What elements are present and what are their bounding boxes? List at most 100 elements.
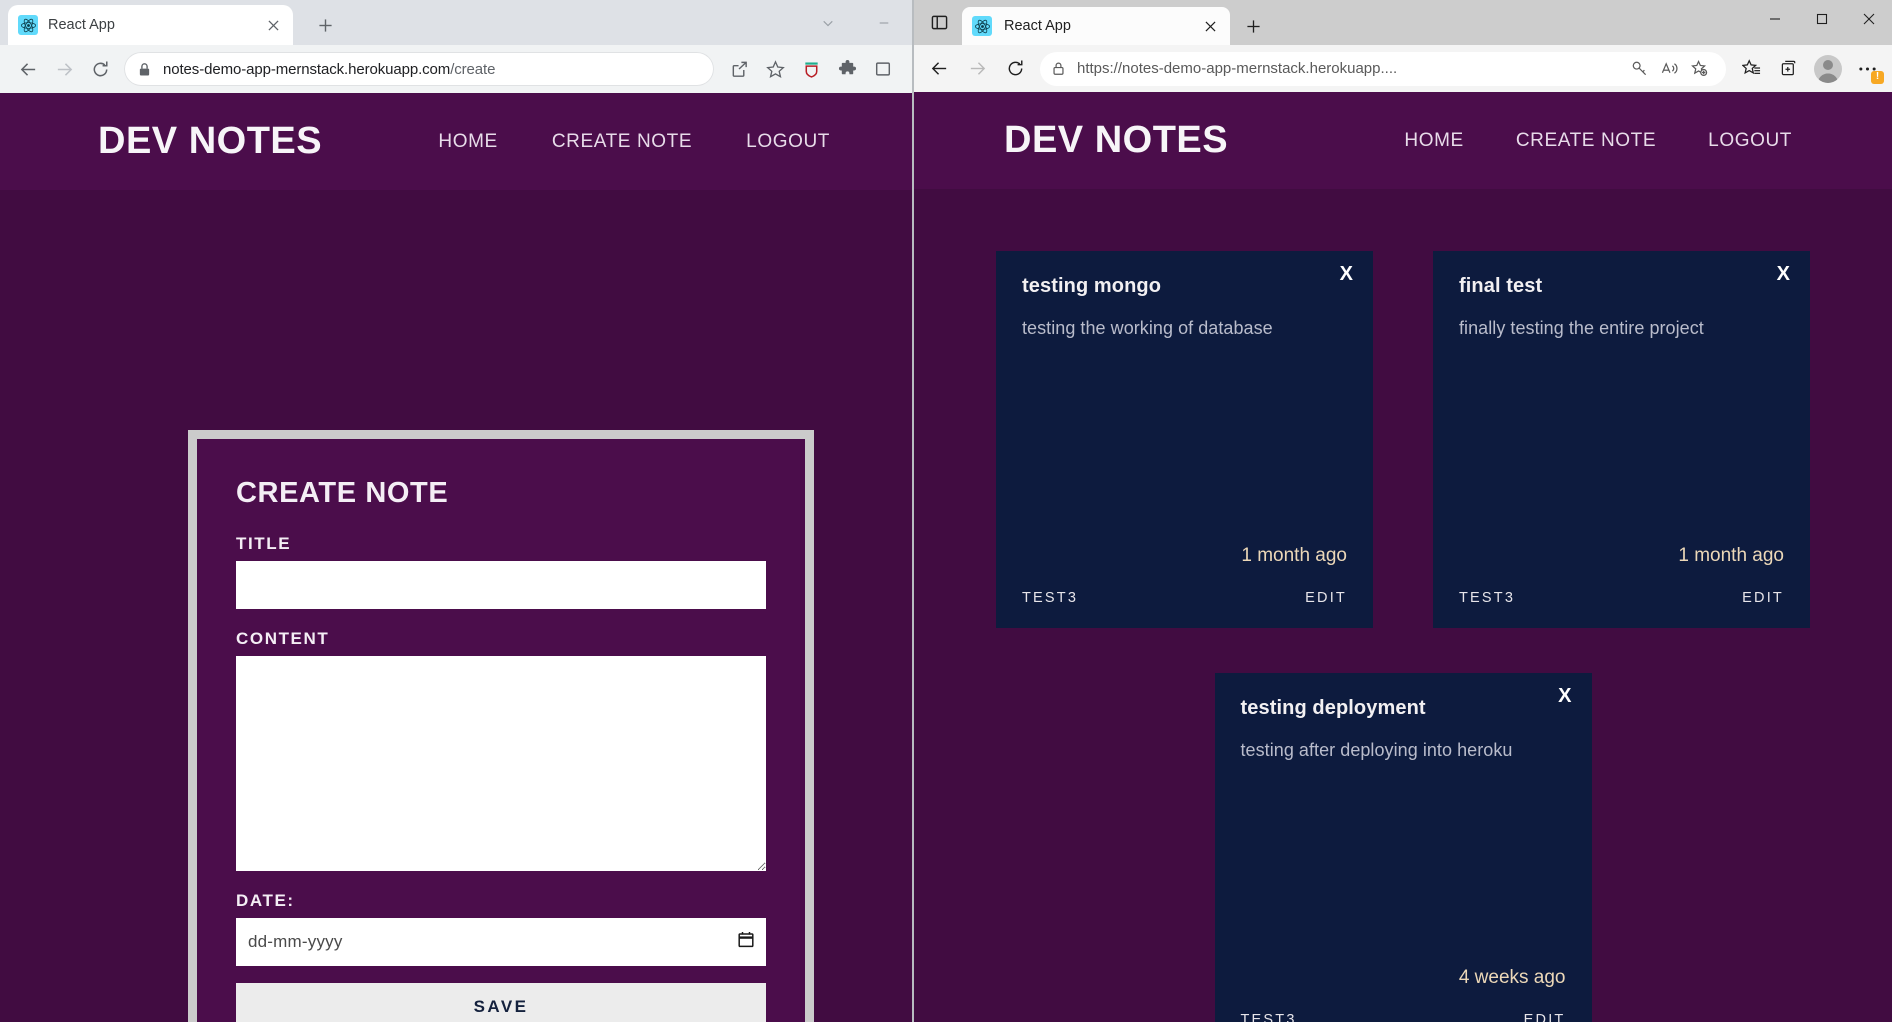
extensions-puzzle-icon[interactable] bbox=[830, 52, 864, 86]
close-icon[interactable]: X bbox=[1340, 264, 1353, 284]
note-title: testing mongo bbox=[1022, 275, 1162, 297]
create-note-frame: CREATE NOTE TITLE CONTENT DATE: dd-mm-yy… bbox=[188, 430, 814, 1022]
back-arrow-icon[interactable] bbox=[10, 51, 46, 87]
edge-window-controls bbox=[1751, 0, 1892, 38]
react-logo-icon bbox=[18, 15, 38, 35]
app-nav: HOME CREATE NOTE LOGOUT bbox=[438, 131, 830, 153]
dev-notes-app-left: DEV NOTES HOME CREATE NOTE LOGOUT CREATE… bbox=[0, 93, 912, 1022]
nav-home[interactable]: HOME bbox=[1404, 130, 1463, 152]
app-body: CREATE NOTE TITLE CONTENT DATE: dd-mm-yy… bbox=[0, 190, 912, 1022]
note-author: TEST3 bbox=[1022, 590, 1079, 606]
screen: React App notes-demo-app-mernstack.herok… bbox=[0, 0, 1892, 1022]
edge-tab-react-app[interactable]: React App bbox=[962, 7, 1230, 45]
settings-more-icon[interactable]: ! bbox=[1848, 50, 1886, 88]
tab-actions-icon[interactable] bbox=[920, 0, 958, 45]
notes-grid: X testing mongo testing the working of d… bbox=[914, 189, 1892, 1022]
lock-icon bbox=[1052, 61, 1065, 76]
chevron-down-icon[interactable] bbox=[800, 0, 856, 45]
profile-avatar-icon[interactable] bbox=[1814, 54, 1842, 83]
content-textarea[interactable] bbox=[236, 656, 766, 871]
note-footer: TEST3 EDIT bbox=[1241, 1012, 1566, 1022]
nav-create-note[interactable]: CREATE NOTE bbox=[1516, 130, 1656, 152]
chrome-tab-title: React App bbox=[48, 17, 115, 33]
save-button[interactable]: SAVE bbox=[236, 983, 766, 1022]
app-brand: DEV NOTES bbox=[1004, 119, 1229, 161]
favorites-icon[interactable] bbox=[1732, 50, 1770, 88]
chrome-address-bar[interactable]: notes-demo-app-mernstack.herokuapp.com/c… bbox=[124, 52, 714, 86]
chrome-tab-strip: React App bbox=[0, 0, 912, 45]
edge-address-bar[interactable]: https://notes-demo-app-mernstack.herokua… bbox=[1040, 51, 1726, 86]
minimize-icon[interactable] bbox=[856, 0, 912, 45]
close-icon[interactable] bbox=[263, 15, 283, 35]
title-label: TITLE bbox=[236, 534, 292, 553]
close-icon[interactable] bbox=[1200, 16, 1220, 36]
nav-logout[interactable]: LOGOUT bbox=[746, 131, 830, 153]
back-arrow-icon[interactable] bbox=[920, 50, 958, 88]
notes-list-body: X testing mongo testing the working of d… bbox=[914, 189, 1892, 1022]
maximize-icon[interactable] bbox=[1798, 0, 1845, 38]
note-card[interactable]: X testing deployment testing after deplo… bbox=[1214, 673, 1592, 1022]
note-footer: TEST3 EDIT bbox=[1459, 590, 1784, 606]
note-timestamp: 1 month ago bbox=[1241, 545, 1347, 566]
note-body: testing the working of database bbox=[1022, 318, 1273, 338]
read-aloud-icon[interactable] bbox=[1654, 54, 1684, 84]
chrome-toolbar-icons bbox=[722, 52, 900, 86]
reload-icon[interactable] bbox=[82, 51, 118, 87]
note-card[interactable]: X testing mongo testing the working of d… bbox=[996, 251, 1373, 628]
title-input[interactable] bbox=[236, 561, 766, 609]
new-tab-button[interactable] bbox=[310, 10, 340, 40]
edge-tab-strip: React App bbox=[914, 0, 1892, 45]
page-title: CREATE NOTE bbox=[236, 477, 449, 509]
bookmark-star-icon[interactable] bbox=[758, 52, 792, 86]
note-column: X final test finally testing the entire … bbox=[1403, 251, 1840, 628]
nav-logout[interactable]: LOGOUT bbox=[1708, 130, 1792, 152]
close-icon[interactable]: X bbox=[1777, 264, 1790, 284]
status-badge: ! bbox=[1871, 70, 1884, 84]
new-tab-button[interactable] bbox=[1236, 7, 1270, 45]
add-favorite-icon[interactable] bbox=[1684, 54, 1714, 84]
forward-arrow-icon bbox=[958, 50, 996, 88]
edge-omnibar: https://notes-demo-app-mernstack.herokua… bbox=[914, 45, 1892, 92]
close-icon[interactable] bbox=[1845, 0, 1892, 38]
note-author: TEST3 bbox=[1459, 590, 1516, 606]
collections-icon[interactable] bbox=[1770, 50, 1808, 88]
edit-button[interactable]: EDIT bbox=[1305, 590, 1347, 606]
edge-browser-window: React App https://notes-demo-app-mernsta… bbox=[912, 0, 1892, 1022]
forward-arrow-icon bbox=[46, 51, 82, 87]
edge-url-text: https://notes-demo-app-mernstack.herokua… bbox=[1077, 60, 1398, 77]
app-nav: HOME CREATE NOTE LOGOUT bbox=[1404, 130, 1792, 152]
calendar-icon[interactable] bbox=[738, 931, 754, 953]
edge-tab-title: React App bbox=[1004, 18, 1071, 34]
edit-button[interactable]: EDIT bbox=[1742, 590, 1784, 606]
note-body: testing after deploying into heroku bbox=[1240, 740, 1513, 760]
minimize-icon[interactable] bbox=[1751, 0, 1798, 38]
note-column: X testing mongo testing the working of d… bbox=[966, 251, 1403, 628]
ublock-shield-icon[interactable] bbox=[794, 52, 828, 86]
nav-home[interactable]: HOME bbox=[438, 131, 497, 153]
close-icon[interactable]: X bbox=[1558, 686, 1571, 706]
share-icon[interactable] bbox=[722, 52, 756, 86]
edit-button[interactable]: EDIT bbox=[1524, 1012, 1566, 1022]
date-input[interactable]: dd-mm-yyyy bbox=[236, 918, 766, 966]
note-footer: TEST3 EDIT bbox=[1022, 590, 1347, 606]
dev-notes-app-right: DEV NOTES HOME CREATE NOTE LOGOUT X test… bbox=[914, 92, 1892, 1022]
chrome-browser-window: React App notes-demo-app-mernstack.herok… bbox=[0, 0, 912, 1022]
app-brand: DEV NOTES bbox=[98, 120, 323, 162]
note-timestamp: 4 weeks ago bbox=[1458, 967, 1566, 988]
note-card[interactable]: X final test finally testing the entire … bbox=[1433, 251, 1810, 628]
date-label: DATE: bbox=[236, 891, 295, 910]
date-placeholder-text: dd-mm-yyyy bbox=[248, 932, 343, 951]
note-body: finally testing the entire project bbox=[1459, 318, 1704, 338]
note-author: TEST3 bbox=[1240, 1012, 1297, 1022]
lock-icon bbox=[138, 62, 151, 77]
reload-icon[interactable] bbox=[996, 50, 1034, 88]
side-panel-icon[interactable] bbox=[866, 52, 900, 86]
password-key-icon[interactable] bbox=[1624, 54, 1654, 84]
nav-create-note[interactable]: CREATE NOTE bbox=[552, 131, 692, 153]
chrome-tab-react-app[interactable]: React App bbox=[8, 5, 293, 45]
chrome-url-text: notes-demo-app-mernstack.herokuapp.com/c… bbox=[163, 60, 496, 78]
create-note-card: CREATE NOTE TITLE CONTENT DATE: dd-mm-yy… bbox=[197, 439, 805, 1022]
react-logo-icon bbox=[972, 16, 992, 36]
note-title: testing deployment bbox=[1240, 697, 1426, 719]
